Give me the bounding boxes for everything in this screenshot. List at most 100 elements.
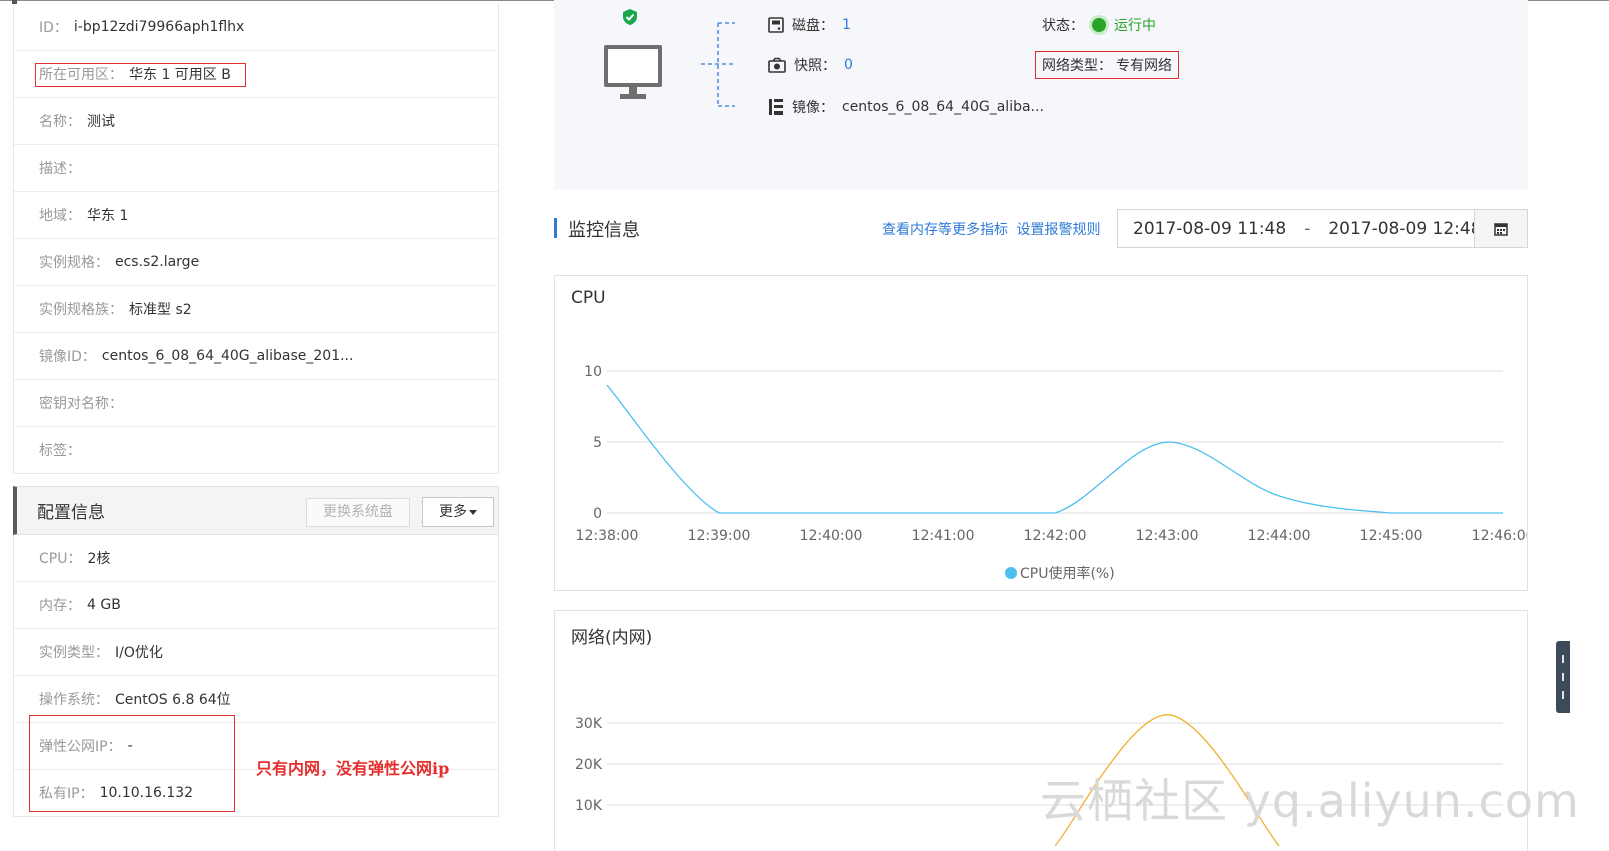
info-label: 实例规格：: [39, 255, 109, 271]
info-label: 实例类型：: [39, 645, 109, 661]
x-tick-label: 12:42:00: [1024, 528, 1087, 544]
monitor-title: 监控信息: [568, 220, 640, 241]
y-tick-label: 10K: [575, 798, 603, 814]
zone-highlight-box: [35, 63, 246, 87]
y-tick-label: 30K: [575, 716, 603, 732]
x-tick-label: 12:44:00: [1248, 528, 1311, 544]
info-row-instance-type: 实例规格： ecs.s2.large: [14, 239, 498, 286]
change-system-disk-button[interactable]: 更换系统盘: [306, 498, 410, 527]
monitor-links: 查看内存等更多指标 设置报警规则: [882, 219, 1104, 239]
info-label: 内存：: [39, 598, 81, 614]
image-value: centos_6_08_64_40G_aliba...: [842, 99, 1044, 115]
summary-snapshot: 快照： 0: [768, 55, 853, 75]
date-separator: -: [1304, 218, 1311, 239]
config-row-instance-kind: 实例类型： I/O优化: [14, 629, 498, 676]
network-type-value: 专有网络: [1116, 58, 1172, 74]
summary-network-type: 网络类型： 专有网络: [1035, 51, 1179, 79]
x-tick-label: 12:38:00: [576, 528, 639, 544]
info-label: ID：: [39, 20, 68, 36]
info-value: centos_6_08_64_40G_alibase_201...: [101, 348, 354, 364]
config-title: 配置信息: [37, 503, 105, 523]
side-tab-mark: [1562, 673, 1564, 681]
config-row-memory: 内存： 4 GB: [14, 582, 498, 629]
more-button[interactable]: 更多: [422, 497, 494, 527]
image-icon: [769, 99, 783, 115]
y-tick-label: 10: [584, 364, 602, 380]
side-feedback-tab[interactable]: [1556, 641, 1570, 713]
watermark: 云栖社区 yq.aliyun.com: [1040, 774, 1580, 828]
info-value: i-bp12zdi79966aph1flhx: [73, 19, 245, 35]
info-value: CentOS 6.8 64位: [115, 692, 231, 708]
summary-image: 镜像： centos_6_08_64_40G_aliba...: [768, 97, 1044, 117]
date-range-picker[interactable]: 2017-08-09 11:48 - 2017-08-09 12:48: [1117, 209, 1528, 248]
snapshot-icon: [768, 57, 786, 73]
x-tick-label: 12:39:00: [688, 528, 751, 544]
x-tick-label: 12:46:00: [1472, 528, 1527, 544]
snapshot-count-link[interactable]: 0: [844, 57, 853, 73]
caret-down-icon: [469, 509, 477, 515]
calendar-button[interactable]: [1474, 210, 1527, 247]
info-value: ecs.s2.large: [115, 254, 200, 270]
ip-highlight-box: [29, 715, 235, 812]
cpu-chart: 0 5 10 12:38:00 12:39:00 12:40:00 12:41:00 12:4…: [576, 364, 1527, 582]
snapshot-label: 快照：: [794, 58, 836, 74]
info-row-tags: 标签：: [14, 427, 498, 473]
legend-label: CPU使用率(%): [1020, 565, 1115, 582]
x-tick-label: 12:43:00: [1136, 528, 1199, 544]
info-row-instance-family: 实例规格族： 标准型 s2: [14, 286, 498, 333]
cpu-series-line: [606, 384, 1504, 514]
status-value: 运行中: [1114, 18, 1156, 34]
summary-disk: 磁盘： 1: [768, 15, 851, 35]
more-label: 更多: [439, 504, 467, 520]
instance-summary: 磁盘： 1 快照： 0 镜像： centos_6_08_64_40G_aliba…: [554, 0, 1528, 190]
info-value: 4 GB: [87, 597, 121, 613]
x-tick-label: 12:41:00: [912, 528, 975, 544]
image-label: 镜像：: [792, 100, 834, 116]
y-tick-label: 20K: [575, 757, 603, 773]
info-value: 华东 1: [87, 208, 129, 224]
info-value: 测试: [87, 114, 115, 130]
monitor-accent-bar: [554, 218, 557, 238]
info-label: 描述：: [39, 161, 81, 177]
info-row-image-id: 镜像ID： centos_6_08_64_40G_alibase_201...: [14, 333, 498, 380]
side-tab-mark: [1562, 655, 1564, 663]
annotation-text: 只有内网，没有弹性公网ip: [256, 759, 450, 778]
info-label: 密钥对名称：: [39, 396, 123, 412]
info-label: 实例规格族：: [39, 302, 123, 318]
instance-info-list: ID： i-bp12zdi79966aph1flhx 所在可用区： 华东 1 可…: [13, 4, 499, 474]
info-row-description: 描述：: [14, 145, 498, 192]
instance-info-panel: ID： i-bp12zdi79966aph1flhx 所在可用区： 华东 1 可…: [13, 4, 499, 817]
shield-icon: [623, 9, 637, 25]
y-tick-label: 5: [593, 435, 602, 451]
y-tick-label: 0: [593, 506, 602, 522]
info-label: 地域：: [39, 208, 81, 224]
more-metrics-link[interactable]: 查看内存等更多指标: [882, 222, 1008, 238]
info-row-id: ID： i-bp12zdi79966aph1flhx: [14, 4, 498, 51]
disk-count-link[interactable]: 1: [842, 17, 851, 33]
info-label: 镜像ID：: [39, 349, 96, 365]
disk-label: 磁盘：: [792, 18, 834, 34]
cpu-chart-card: CPU 0 5 10 12:38:00 12:39:00 12:40:00 12:41:00…: [554, 275, 1528, 591]
info-label: 标签：: [39, 443, 81, 459]
calendar-icon: [1494, 222, 1508, 236]
date-start: 2017-08-09 11:48: [1133, 218, 1287, 239]
info-value: 2核: [87, 551, 111, 567]
info-row-name: 名称： 测试: [14, 98, 498, 145]
side-tab-mark: [1562, 691, 1564, 699]
network-type-label: 网络类型：: [1042, 58, 1112, 74]
connector-lines: [701, 22, 735, 107]
status-running-icon: [1092, 18, 1106, 32]
alarm-rules-link[interactable]: 设置报警规则: [1016, 222, 1100, 238]
info-label: CPU：: [39, 551, 82, 567]
config-row-cpu: CPU： 2核: [14, 535, 498, 582]
info-row-keypair: 密钥对名称：: [14, 380, 498, 427]
date-end: 2017-08-09 12:48: [1328, 218, 1482, 239]
info-row-region: 地域： 华东 1: [14, 192, 498, 239]
monitor-icon: [604, 45, 662, 99]
status-label: 状态：: [1042, 18, 1084, 34]
info-row-zone: 所在可用区： 华东 1 可用区 B: [14, 51, 498, 98]
info-label: 操作系统：: [39, 692, 109, 708]
info-value: 标准型 s2: [129, 302, 192, 318]
monitor-bar: 监控信息 查看内存等更多指标 设置报警规则 2017-08-09 11:48 -…: [554, 209, 1528, 248]
legend-dot: [1005, 567, 1017, 579]
